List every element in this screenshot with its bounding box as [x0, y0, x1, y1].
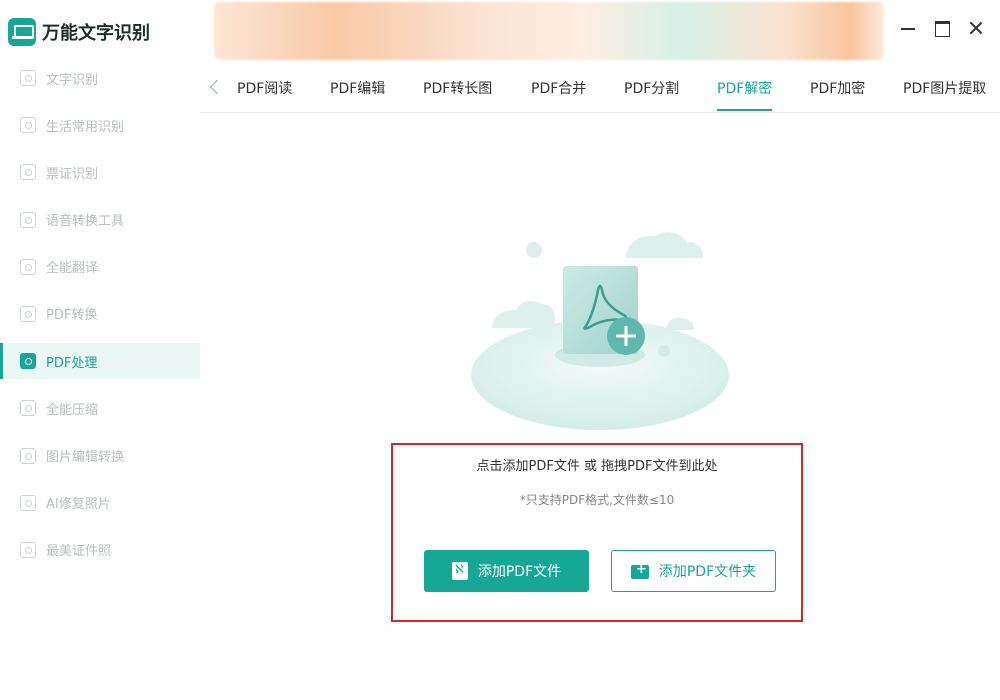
scan-icon [20, 70, 36, 86]
add-pdf-file-label: 添加PDF文件 [477, 564, 562, 580]
tab-pdf-decrypt[interactable]: PDF解密 [717, 78, 773, 111]
sidebar-item-label: 全能翻译 [46, 261, 99, 277]
sidebar: 万能文字识别 文字识别 生活常用识别 票证识别 语音转换工具 全能翻译 PDF转… [0, 0, 200, 700]
drop-zone-title: 点击添加PDF文件 或 拖拽PDF文件到此处 [476, 459, 718, 474]
scan-icon [20, 164, 36, 181]
scan-icon [20, 117, 36, 134]
maximize-icon[interactable] [934, 20, 950, 37]
tab-pdf-long-image[interactable]: PDF转长图 [423, 78, 492, 98]
sidebar-item-compress[interactable]: 全能压缩 [0, 390, 200, 426]
window-controls [900, 20, 984, 37]
add-pdf-file-button[interactable]: 添加PDF文件 [424, 550, 589, 592]
pdf-icon [20, 353, 36, 370]
photo-icon [20, 494, 36, 511]
pdf-file-icon [451, 562, 468, 580]
folder-plus-icon [630, 562, 649, 579]
sidebar-item-label: 文字识别 [46, 72, 99, 88]
sidebar-item-label: 最美证件照 [46, 544, 112, 560]
drop-zone[interactable]: 点击添加PDF文件 或 拖拽PDF文件到此处 *只支持PDF格式,文件数≤10 … [391, 443, 803, 622]
compress-icon [20, 400, 36, 417]
sidebar-item-label: PDF处理 [46, 355, 98, 371]
tab-pdf-edit[interactable]: PDF编辑 [330, 78, 385, 98]
tab-pdf-split[interactable]: PDF分割 [624, 78, 679, 98]
tab-pdf-image-extract[interactable]: PDF图片提取 [903, 78, 986, 98]
app-logo: 万能文字识别 [8, 16, 150, 48]
sidebar-item-pdf-process[interactable]: PDF处理 [0, 343, 200, 380]
sidebar-item-label: 图片编辑转换 [46, 450, 125, 465]
audio-icon [20, 211, 36, 228]
drop-zone-hint: *只支持PDF格式,文件数≤10 [519, 493, 675, 507]
image-icon [20, 447, 36, 464]
sidebar-item-image-edit[interactable]: 图片编辑转换 [0, 438, 200, 474]
sidebar-item-id-photo[interactable]: 最美证件照 [0, 532, 200, 568]
tab-pdf-read[interactable]: PDF阅读 [237, 78, 292, 98]
sidebar-item-ticket-recognition[interactable]: 票证识别 [0, 154, 200, 190]
sidebar-item-life-recognition[interactable]: 生活常用识别 [0, 107, 200, 143]
add-pdf-folder-button[interactable]: 添加PDF文件夹 [611, 550, 776, 592]
title-bar [200, 0, 1000, 62]
tab-pdf-encrypt[interactable]: PDF加密 [810, 78, 865, 98]
scanner-logo-icon [8, 18, 36, 46]
sidebar-item-voice-tools[interactable]: 语音转换工具 [0, 202, 200, 238]
sidebar-nav: 文字识别 生活常用识别 票证识别 语音转换工具 全能翻译 PDF转换 PDF处理 [0, 60, 200, 579]
sidebar-item-text-recognition[interactable]: 文字识别 [0, 60, 200, 96]
sidebar-item-translate[interactable]: 全能翻译 [0, 249, 200, 285]
minimize-icon[interactable] [900, 20, 916, 36]
sidebar-item-label: 语音转换工具 [46, 214, 125, 230]
add-pdf-illustration[interactable] [470, 230, 740, 435]
pdf-tabs: PDF阅读 PDF编辑 PDF转长图 PDF合并 PDF分割 PDF解密 PDF… [200, 62, 1000, 113]
chevron-left-icon[interactable] [208, 79, 222, 97]
translate-icon [20, 258, 36, 275]
sidebar-item-label: 全能压缩 [46, 402, 99, 418]
pdf-icon [20, 305, 36, 322]
sidebar-item-pdf-convert[interactable]: PDF转换 [0, 296, 200, 332]
sidebar-item-ai-photo-repair[interactable]: AI修复照片 [0, 485, 200, 521]
close-icon[interactable] [968, 20, 984, 36]
app-title: 万能文字识别 [42, 23, 150, 44]
sidebar-item-label: 生活常用识别 [46, 119, 125, 135]
sidebar-item-label: PDF转换 [46, 308, 98, 324]
id-photo-icon [20, 541, 36, 558]
promo-banner[interactable] [214, 2, 884, 60]
sidebar-item-label: AI修复照片 [46, 497, 111, 513]
sidebar-item-label: 票证识别 [46, 166, 99, 182]
tab-pdf-merge[interactable]: PDF合并 [531, 78, 586, 98]
add-pdf-folder-label: 添加PDF文件夹 [658, 564, 757, 580]
